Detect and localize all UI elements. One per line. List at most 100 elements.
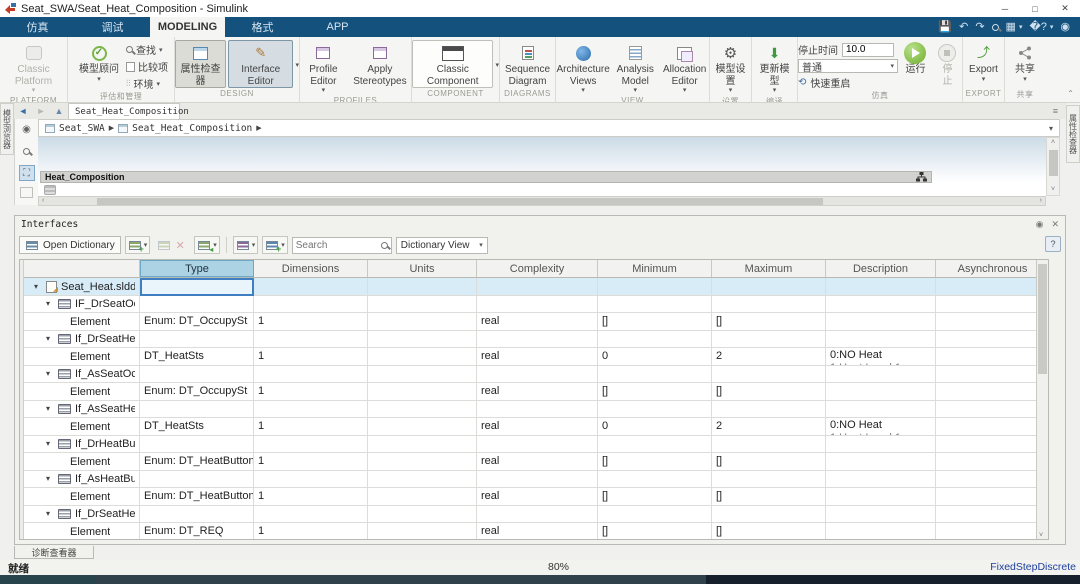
cell-description[interactable] bbox=[826, 331, 936, 349]
cell-maximum[interactable] bbox=[712, 471, 826, 489]
cell-maximum[interactable] bbox=[712, 331, 826, 349]
cell-maximum[interactable]: [] bbox=[712, 383, 826, 401]
cell-type[interactable] bbox=[140, 401, 254, 419]
component-caret-icon[interactable]: ▾ bbox=[495, 61, 499, 69]
cell-units[interactable] bbox=[368, 348, 477, 366]
tree-cell[interactable]: ▾If_AsSeatHeatSt bbox=[24, 401, 140, 419]
cell-maximum[interactable] bbox=[712, 278, 826, 296]
table-row[interactable]: ▾Seat_Heat.sldd bbox=[24, 278, 1049, 296]
tree-cell[interactable]: Element bbox=[24, 523, 140, 540]
column-header-tree[interactable] bbox=[24, 260, 140, 277]
property-inspector-side-tab[interactable]: 属性检查器 bbox=[1066, 105, 1080, 163]
expand-collapse-icon[interactable]: ▾ bbox=[46, 297, 54, 311]
cell-complexity[interactable]: real bbox=[477, 313, 598, 331]
stop-button[interactable]: 停止 bbox=[933, 40, 962, 88]
cell-type[interactable]: Enum: DT_REQ bbox=[140, 523, 254, 540]
analysis-model-button[interactable]: Analysis Model▾ bbox=[612, 40, 658, 96]
windows-taskbar[interactable] bbox=[0, 575, 1080, 584]
expand-collapse-icon[interactable]: ▾ bbox=[46, 507, 54, 521]
cell-type[interactable]: DT_HeatSts bbox=[140, 348, 254, 366]
cell-minimum[interactable] bbox=[598, 366, 712, 384]
column-header-complexity[interactable]: Complexity bbox=[477, 260, 598, 277]
cell-minimum[interactable]: 0 bbox=[598, 348, 712, 366]
cell-dimensions[interactable] bbox=[254, 331, 368, 349]
tree-cell[interactable]: Element bbox=[24, 418, 140, 436]
cell-minimum[interactable]: [] bbox=[598, 453, 712, 471]
tab-modeling[interactable]: MODELING bbox=[150, 17, 225, 37]
cell-minimum[interactable]: 0 bbox=[598, 418, 712, 436]
environment-button[interactable]: ⫶⫶环境▾ bbox=[126, 76, 168, 91]
cell-units[interactable] bbox=[368, 366, 477, 384]
column-header-dimensions[interactable]: Dimensions bbox=[254, 260, 368, 277]
classic-platform-button[interactable]: Classic Platform▾ bbox=[0, 40, 67, 96]
scroll-right-icon[interactable]: › bbox=[1040, 197, 1042, 204]
undo-icon[interactable]: ↶ bbox=[959, 22, 968, 33]
cell-complexity[interactable]: real bbox=[477, 453, 598, 471]
document-tab[interactable]: Seat_Heat_Composition bbox=[68, 103, 180, 119]
table-row[interactable]: ▾If_DrHeatButtonSt bbox=[24, 436, 1049, 454]
cell-maximum[interactable] bbox=[712, 506, 826, 524]
cell-asynchronous[interactable] bbox=[936, 523, 1049, 540]
save-icon[interactable]: 💾 bbox=[938, 22, 952, 33]
cell-complexity[interactable]: real bbox=[477, 418, 598, 436]
cell-description[interactable] bbox=[826, 436, 936, 454]
tree-cell[interactable]: Element bbox=[24, 383, 140, 401]
filter-profile-icon[interactable] bbox=[236, 238, 250, 252]
scroll-left-icon[interactable]: ‹ bbox=[42, 197, 44, 204]
taskbar-start-segment[interactable] bbox=[0, 575, 96, 584]
cell-maximum[interactable]: [] bbox=[712, 313, 826, 331]
scroll-down-icon[interactable]: ˅ bbox=[1051, 186, 1055, 193]
export-button[interactable]: ⤴ Export▾ bbox=[964, 40, 1003, 85]
zoom-icon[interactable] bbox=[19, 143, 35, 159]
delete-icon[interactable]: ✕ bbox=[173, 238, 187, 252]
cell-units[interactable] bbox=[368, 506, 477, 524]
cell-maximum[interactable]: [] bbox=[712, 523, 826, 540]
cell-dimensions[interactable] bbox=[254, 366, 368, 384]
subsystem-title-bar[interactable]: Heat_Composition bbox=[40, 171, 932, 183]
apply-stereotypes-button[interactable]: Apply Stereotypes bbox=[349, 40, 411, 88]
cell-dimensions[interactable] bbox=[254, 506, 368, 524]
search-input[interactable] bbox=[296, 240, 378, 251]
hierarchy-icon[interactable] bbox=[916, 172, 927, 182]
import-caret-icon[interactable]: ▾ bbox=[213, 241, 217, 249]
cell-maximum[interactable] bbox=[712, 401, 826, 419]
cell-dimensions[interactable] bbox=[254, 436, 368, 454]
tree-cell[interactable]: Element bbox=[24, 453, 140, 471]
search-icon[interactable] bbox=[992, 24, 999, 31]
interface-editor-button[interactable]: ✎ Interface Editor bbox=[228, 40, 294, 88]
architecture-views-button[interactable]: Architecture Views▾ bbox=[556, 40, 610, 96]
cell-description[interactable]: 0:NO Heat1:Heat Level 1 bbox=[826, 418, 936, 436]
run-button[interactable]: 运行 bbox=[900, 40, 931, 77]
cell-description[interactable] bbox=[826, 523, 936, 540]
table-row[interactable]: ElementDT_HeatSts1real020:NO Heat1:Heat … bbox=[24, 348, 1049, 366]
model-advisor-button[interactable]: ✓ 模型顾问▾ bbox=[74, 40, 124, 85]
cell-units[interactable] bbox=[368, 296, 477, 314]
table-row[interactable]: ElementEnum: DT_HeatButtonSt1real[][] bbox=[24, 488, 1049, 506]
filter-caret-icon[interactable]: ▾ bbox=[252, 241, 256, 249]
cell-minimum[interactable] bbox=[598, 331, 712, 349]
cell-description[interactable] bbox=[826, 471, 936, 489]
expand-collapse-icon[interactable]: ▾ bbox=[46, 437, 54, 451]
cell-maximum[interactable] bbox=[712, 366, 826, 384]
cell-asynchronous[interactable] bbox=[936, 313, 1049, 331]
cell-minimum[interactable] bbox=[598, 471, 712, 489]
capture-icon[interactable]: ▦ bbox=[1006, 22, 1016, 33]
tab-app[interactable]: APP bbox=[300, 17, 375, 37]
cell-units[interactable] bbox=[368, 471, 477, 489]
cell-complexity[interactable] bbox=[477, 331, 598, 349]
cell-complexity[interactable]: real bbox=[477, 383, 598, 401]
close-button[interactable]: ✕ bbox=[1050, 0, 1080, 17]
expand-collapse-icon[interactable]: ▾ bbox=[46, 367, 54, 381]
cell-type[interactable]: DT_HeatSts bbox=[140, 418, 254, 436]
import-references-icon[interactable] bbox=[197, 238, 211, 252]
add-element-caret-icon[interactable]: ▾ bbox=[281, 241, 285, 249]
canvas-vertical-scrollbar[interactable]: ˄ ˅ bbox=[1046, 137, 1060, 196]
cell-asynchronous[interactable] bbox=[936, 436, 1049, 454]
compare-button[interactable]: 比较项 bbox=[126, 59, 168, 74]
cell-description[interactable] bbox=[826, 383, 936, 401]
canvas-horizontal-scrollbar[interactable]: ‹ › bbox=[38, 196, 1046, 206]
cell-complexity[interactable] bbox=[477, 366, 598, 384]
cell-dimensions[interactable]: 1 bbox=[254, 453, 368, 471]
cell-type[interactable]: Enum: DT_HeatButtonSt bbox=[140, 488, 254, 506]
cell-description[interactable] bbox=[826, 488, 936, 506]
